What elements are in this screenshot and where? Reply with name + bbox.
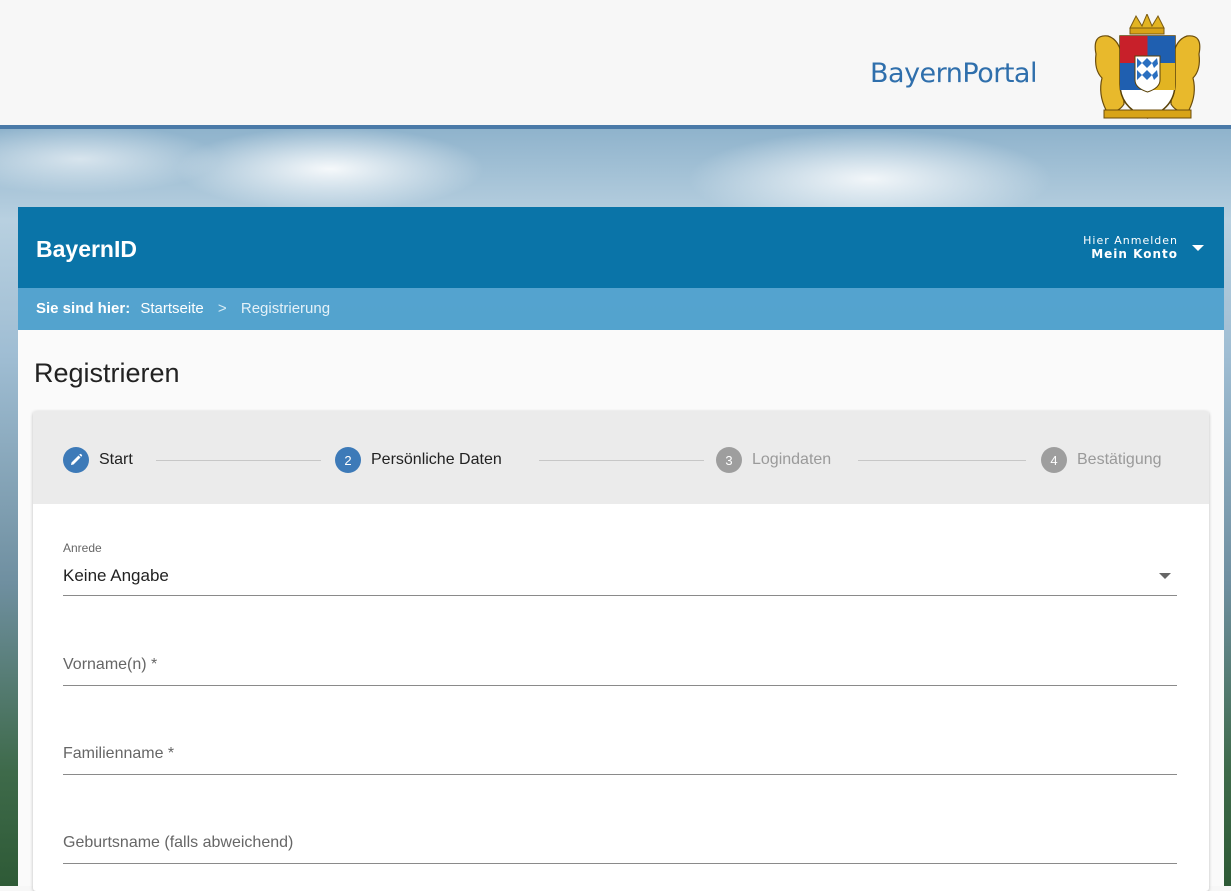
first-name-field[interactable]: Vorname(n) * xyxy=(63,651,1177,686)
app-title[interactable]: BayernID xyxy=(36,236,137,263)
step-connector xyxy=(156,460,321,461)
step-connector xyxy=(858,460,1026,461)
registration-card: Start 2 Persönliche Daten 3 Logindaten 4… xyxy=(33,411,1209,891)
step-label: Persönliche Daten xyxy=(371,451,502,468)
breadcrumb-label: Sie sind hier: xyxy=(36,300,131,317)
step-label: Logindaten xyxy=(752,451,832,468)
pencil-icon xyxy=(63,447,89,473)
salutation-select[interactable]: Anrede Keine Angabe xyxy=(63,541,1177,596)
last-name-placeholder: Familienname * xyxy=(63,745,175,762)
account-menu-text: Hier Anmelden Mein Konto xyxy=(1083,234,1178,262)
step-label: Start xyxy=(99,451,133,468)
step-login-data[interactable]: 3 Logindaten xyxy=(716,447,831,473)
step-number: 3 xyxy=(716,447,742,473)
main-content: Registrieren Start 2 Persönliche Daten 3… xyxy=(18,330,1224,891)
portal-header: BayernPortal xyxy=(0,0,1231,125)
account-label: Mein Konto xyxy=(1091,247,1178,261)
birth-name-placeholder: Geburtsname (falls abweichend) xyxy=(63,834,294,851)
app-bar: BayernID Hier Anmelden Mein Konto xyxy=(18,207,1224,288)
account-menu[interactable]: Hier Anmelden Mein Konto xyxy=(1083,235,1204,261)
step-connector xyxy=(539,460,704,461)
first-name-placeholder: Vorname(n) * xyxy=(63,656,158,673)
salutation-label: Anrede xyxy=(63,541,102,555)
birth-name-field[interactable]: Geburtsname (falls abweichend) xyxy=(63,829,1177,864)
stepper: Start 2 Persönliche Daten 3 Logindaten 4… xyxy=(33,411,1209,504)
bavarian-coat-of-arms-icon[interactable] xyxy=(1090,14,1205,124)
salutation-value: Keine Angabe xyxy=(63,566,169,585)
step-confirmation[interactable]: 4 Bestätigung xyxy=(1041,447,1162,473)
breadcrumb: Sie sind hier: Startseite > Registrierun… xyxy=(18,288,1224,330)
step-personal-data[interactable]: 2 Persönliche Daten xyxy=(335,447,502,473)
page-title: Registrieren xyxy=(34,358,180,388)
breadcrumb-current: Registrierung xyxy=(240,300,331,317)
portal-title[interactable]: BayernPortal xyxy=(870,58,1037,89)
step-start[interactable]: Start xyxy=(63,447,133,473)
step-number: 4 xyxy=(1041,447,1067,473)
step-label: Bestätigung xyxy=(1077,451,1162,468)
login-hint: Hier Anmelden xyxy=(1083,234,1178,247)
chevron-down-icon[interactable] xyxy=(1192,245,1204,251)
breadcrumb-link-home[interactable]: Startseite xyxy=(140,300,203,317)
breadcrumb-separator: > xyxy=(217,300,227,317)
step-number: 2 xyxy=(335,447,361,473)
last-name-field[interactable]: Familienname * xyxy=(63,740,1177,775)
chevron-down-icon[interactable] xyxy=(1159,573,1171,579)
